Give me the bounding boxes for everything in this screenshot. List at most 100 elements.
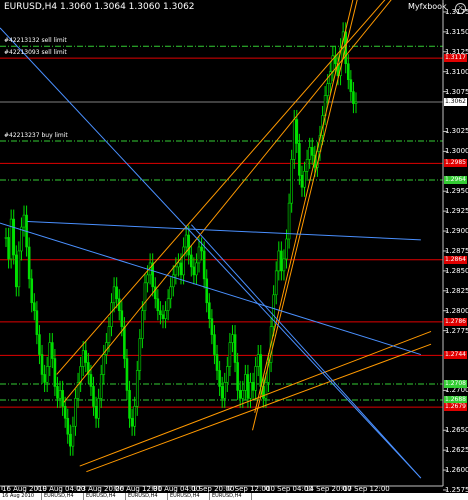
candle-body <box>112 286 116 304</box>
candle-body <box>303 170 306 188</box>
price-tick-label: 1.2825 <box>445 286 468 295</box>
candle-body <box>99 374 103 399</box>
price-tick-label: 1.2950 <box>445 187 468 196</box>
price-tick-label: 1.2850 <box>445 266 468 275</box>
candle-body <box>117 298 121 312</box>
candle-body <box>169 286 173 300</box>
candle-body <box>208 302 211 319</box>
candle-body <box>9 218 13 260</box>
price-chart[interactable] <box>0 0 468 500</box>
myfxbook-watermark: Myfxbook <box>408 2 447 11</box>
candle-body <box>192 266 196 276</box>
chart-tab[interactable]: EURUSD,H4 <box>210 493 252 500</box>
candle-body <box>174 266 178 276</box>
chart-tab[interactable]: EURUSD,H4 <box>84 493 126 500</box>
price-tick-label: 1.2800 <box>445 306 468 315</box>
candle-body <box>236 362 239 391</box>
candle-body <box>259 354 263 387</box>
price-level-label: 1.2708 <box>444 380 467 389</box>
candle-body <box>40 354 44 375</box>
candle-body <box>295 119 299 144</box>
price-tick-label: 1.3100 <box>445 67 468 76</box>
candle-body <box>38 334 41 355</box>
candle-body <box>187 234 191 256</box>
chart-tab[interactable]: 16 Aug 2010 <box>0 493 42 500</box>
price-tick-label: 1.3075 <box>445 87 468 96</box>
candle-body <box>138 338 142 371</box>
candle-body <box>226 366 229 383</box>
candle-body <box>89 374 93 387</box>
candle-body <box>130 417 134 427</box>
candle-body <box>220 386 224 399</box>
candle-body <box>128 390 131 419</box>
candle-body <box>141 310 144 339</box>
price-level-label: 1.2679 <box>444 403 467 412</box>
trendline <box>79 330 432 467</box>
price-level-label: 1.2864 <box>444 255 467 264</box>
chart-tab[interactable]: EURUSD,H4 <box>168 493 210 500</box>
candle-body <box>300 174 304 188</box>
candle-body <box>238 390 242 399</box>
price-level-label: 1.3117 <box>444 54 467 63</box>
candle-body <box>182 246 185 276</box>
price-level-label: 1.2786 <box>444 317 467 326</box>
candle-body <box>346 63 350 80</box>
candle-body <box>349 79 353 92</box>
trendline <box>0 27 422 479</box>
order-label: #42213237 buy limit <box>4 132 68 140</box>
candle-body <box>264 382 268 399</box>
candle-body <box>256 354 260 367</box>
price-tick-label: 1.2600 <box>445 466 468 475</box>
candle-body <box>123 326 126 359</box>
candle-body <box>115 286 118 300</box>
trendline <box>191 224 422 479</box>
price-tick-label: 1.3000 <box>445 147 468 156</box>
chart-window[interactable]: EURUSD,H4 1.3060 1.3064 1.3060 1.3062 My… <box>0 0 468 500</box>
time-tick-label: 17 Sep 12:00 <box>343 485 390 493</box>
candle-body <box>61 390 64 407</box>
candle-body <box>51 342 54 359</box>
price-level-label: 1.2964 <box>444 176 467 185</box>
candle-body <box>184 234 188 248</box>
candle-body <box>280 250 283 272</box>
candle-body <box>94 406 98 419</box>
candle-body <box>48 342 52 367</box>
candle-body <box>69 433 72 447</box>
candle-body <box>20 226 23 252</box>
chart-tab[interactable]: EURUSD,H4 <box>42 493 84 500</box>
candle-body <box>151 262 154 288</box>
chart-title: EURUSD,H4 1.3060 1.3064 1.3060 1.3062 <box>4 2 195 12</box>
candle-body <box>233 334 237 363</box>
candle-body <box>189 254 193 268</box>
candle-body <box>58 390 62 399</box>
candle-body <box>14 254 18 288</box>
candle-body <box>4 237 8 239</box>
candle-body <box>133 406 136 427</box>
candle-body <box>81 350 85 367</box>
chart-tab[interactable]: EURUSD,H4 <box>126 493 168 500</box>
candle-body <box>66 417 70 435</box>
candle-body <box>228 342 232 367</box>
chart-tab-bar: 16 Aug 2010 EURUSD,H4 EURUSD,H4 EURUSD,H… <box>0 493 468 500</box>
candle-body <box>282 258 286 272</box>
price-tick-label: 1.2875 <box>445 246 468 255</box>
candle-body <box>308 147 311 160</box>
candle-body <box>33 302 36 312</box>
candle-body <box>310 147 314 156</box>
candle-body <box>274 270 278 296</box>
trendline <box>56 0 386 375</box>
candle-body <box>159 310 162 316</box>
candle-body <box>84 350 88 363</box>
candle-body <box>298 143 301 176</box>
price-tick-label: 1.3150 <box>445 27 468 36</box>
candle-body <box>74 398 77 427</box>
current-price-label: 1.3062 <box>444 97 467 106</box>
candle-body <box>177 262 180 268</box>
candle-body <box>205 278 209 304</box>
candle-body <box>352 91 355 104</box>
candle-body <box>195 262 198 276</box>
candle-body <box>213 334 216 355</box>
price-tick-label: 1.2775 <box>445 326 468 335</box>
candle-body <box>200 246 203 252</box>
price-tick-label: 1.2925 <box>445 207 468 216</box>
